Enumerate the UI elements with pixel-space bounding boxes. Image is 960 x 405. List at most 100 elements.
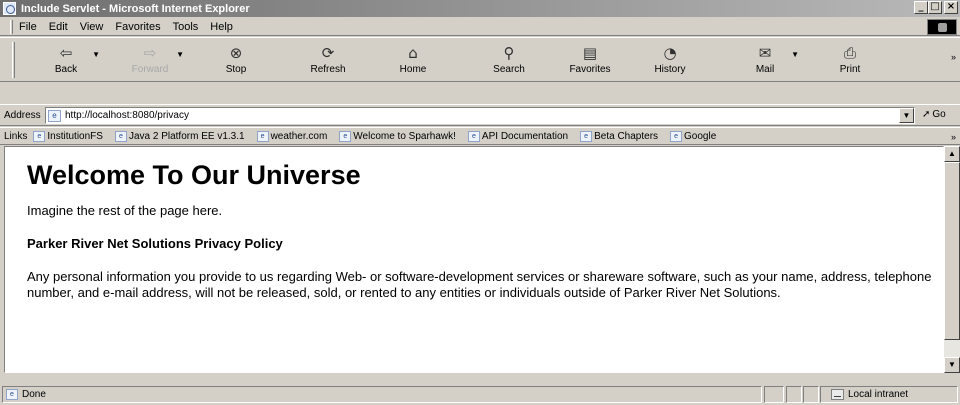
menu-edit[interactable]: Edit: [49, 21, 68, 33]
zone-label: Local intranet: [848, 389, 909, 400]
link-label: InstitutionFS: [47, 130, 103, 142]
home-label: Home: [399, 64, 427, 75]
forward-button[interactable]: ⇨ Forward ▼: [120, 42, 184, 80]
standard-toolbar: ⇦ Back ▼ ⇨ Forward ▼ ⊗ Stop ⟳ Refresh ⌂ …: [0, 37, 960, 82]
status-page-icon: e: [6, 389, 18, 400]
status-bar: e Done Local intranet: [0, 384, 960, 405]
print-button[interactable]: ⎙ Print: [820, 42, 880, 80]
link-sparhawk[interactable]: e Welcome to Sparhawk!: [339, 130, 456, 142]
status-cell: [764, 386, 784, 403]
link-api-docs[interactable]: e API Documentation: [467, 130, 569, 142]
link-page-icon: e: [467, 130, 480, 142]
link-institutionfs[interactable]: e InstitutionFS: [33, 130, 103, 142]
refresh-icon: ⟳: [321, 44, 335, 62]
window-controls: _ □ ×: [914, 1, 958, 14]
mail-button[interactable]: ✉ Mail ▼: [735, 42, 799, 80]
link-page-icon: e: [580, 130, 593, 142]
go-label: Go: [932, 109, 946, 120]
link-label: Welcome to Sparhawk!: [353, 130, 456, 142]
status-cell: [803, 386, 819, 403]
window-title: Include Servlet - Microsoft Internet Exp…: [21, 2, 250, 15]
favorites-folder-icon: ▤: [582, 44, 598, 62]
menu-view[interactable]: View: [80, 21, 104, 33]
link-label: Google: [684, 130, 717, 142]
search-button[interactable]: ⚲ Search: [479, 42, 539, 80]
address-dropdown-icon[interactable]: ▼: [899, 108, 914, 123]
maximize-button[interactable]: □: [928, 1, 942, 14]
menu-tools[interactable]: Tools: [173, 21, 199, 33]
stop-button[interactable]: ⊗ Stop: [206, 42, 266, 80]
minimize-button[interactable]: _: [914, 1, 928, 14]
link-label: API Documentation: [481, 130, 569, 142]
windows-logo-icon: [927, 19, 957, 35]
address-url[interactable]: http://localhost:8080/privacy: [65, 110, 189, 121]
home-icon: ⌂: [408, 44, 418, 62]
back-button[interactable]: ⇦ Back ▼: [36, 42, 100, 80]
link-label: Java 2 Platform EE v1.3.1: [128, 130, 245, 142]
link-java2-platform[interactable]: e Java 2 Platform EE v1.3.1: [114, 130, 245, 142]
links-label: Links: [4, 130, 28, 142]
favorites-button[interactable]: ▤ Favorites: [560, 42, 620, 80]
link-page-icon: e: [670, 130, 683, 142]
history-label: History: [654, 64, 686, 75]
policy-text: Any personal information you provide to …: [27, 269, 932, 300]
toolbar-more-chevron-icon[interactable]: »: [951, 52, 956, 62]
mail-dropdown-icon[interactable]: ▼: [791, 50, 799, 59]
scroll-down-icon[interactable]: ▼: [944, 357, 960, 373]
back-label: Back: [54, 64, 78, 75]
address-input[interactable]: e http://localhost:8080/privacy ▼: [45, 107, 915, 124]
address-bar: Address e http://localhost:8080/privacy …: [0, 104, 960, 126]
scroll-thumb[interactable]: [944, 162, 960, 340]
status-zone: Local intranet: [820, 386, 958, 403]
menu-bar: File Edit View Favorites Tools Help: [0, 18, 960, 36]
link-label: weather.com: [270, 130, 328, 142]
history-button[interactable]: ◔ History: [640, 42, 700, 80]
scroll-up-icon[interactable]: ▲: [944, 146, 960, 162]
link-page-icon: e: [339, 130, 352, 142]
link-google[interactable]: e Google: [670, 130, 717, 142]
forward-dropdown-icon[interactable]: ▼: [176, 50, 184, 59]
forward-arrow-icon: ⇨: [143, 44, 157, 62]
policy-title: Parker River Net Solutions Privacy Polic…: [27, 236, 283, 251]
address-label: Address: [4, 109, 41, 121]
page-heading: Welcome To Our Universe: [27, 160, 361, 190]
history-icon: ◔: [663, 44, 677, 62]
stop-label: Stop: [225, 64, 247, 75]
search-icon: ⚲: [503, 44, 515, 62]
mail-label: Mail: [755, 64, 775, 75]
link-label: Beta Chapters: [594, 130, 659, 142]
mail-icon: ✉: [758, 44, 772, 62]
link-page-icon: e: [114, 130, 127, 142]
status-cell: [786, 386, 802, 403]
browser-window: Include Servlet - Microsoft Internet Exp…: [0, 0, 960, 405]
ie-logo-icon: [3, 2, 16, 15]
menu-file[interactable]: File: [19, 21, 37, 33]
intranet-zone-icon: [831, 389, 844, 400]
link-weather[interactable]: e weather.com: [256, 130, 328, 142]
search-label: Search: [493, 64, 525, 75]
status-main: e Done: [2, 386, 762, 403]
link-page-icon: e: [33, 130, 46, 142]
page-content: Welcome To Our Universe Imagine the rest…: [4, 146, 944, 373]
print-label: Print: [839, 64, 861, 75]
close-button[interactable]: ×: [944, 1, 958, 14]
home-button[interactable]: ⌂ Home: [383, 42, 443, 80]
status-text: Done: [22, 389, 46, 400]
links-bar: Links e InstitutionFS e Java 2 Platform EE…: [0, 127, 960, 145]
go-button[interactable]: ➚ Go: [922, 109, 946, 120]
toolbar-grip[interactable]: [12, 42, 15, 78]
refresh-label: Refresh: [310, 64, 346, 75]
menu-grip[interactable]: [10, 19, 13, 34]
refresh-button[interactable]: ⟳ Refresh: [298, 42, 358, 80]
menu-favorites[interactable]: Favorites: [115, 21, 160, 33]
link-beta-chapters[interactable]: e Beta Chapters: [580, 130, 659, 142]
back-arrow-icon: ⇦: [59, 44, 73, 62]
go-arrow-icon: ➚: [922, 109, 931, 120]
links-more-chevron-icon[interactable]: »: [951, 132, 956, 142]
back-dropdown-icon[interactable]: ▼: [92, 50, 100, 59]
vertical-scrollbar[interactable]: ▲ ▼: [944, 146, 960, 373]
stop-icon: ⊗: [229, 44, 243, 62]
forward-label: Forward: [131, 64, 169, 75]
menu-help[interactable]: Help: [210, 21, 233, 33]
link-page-icon: e: [256, 130, 269, 142]
